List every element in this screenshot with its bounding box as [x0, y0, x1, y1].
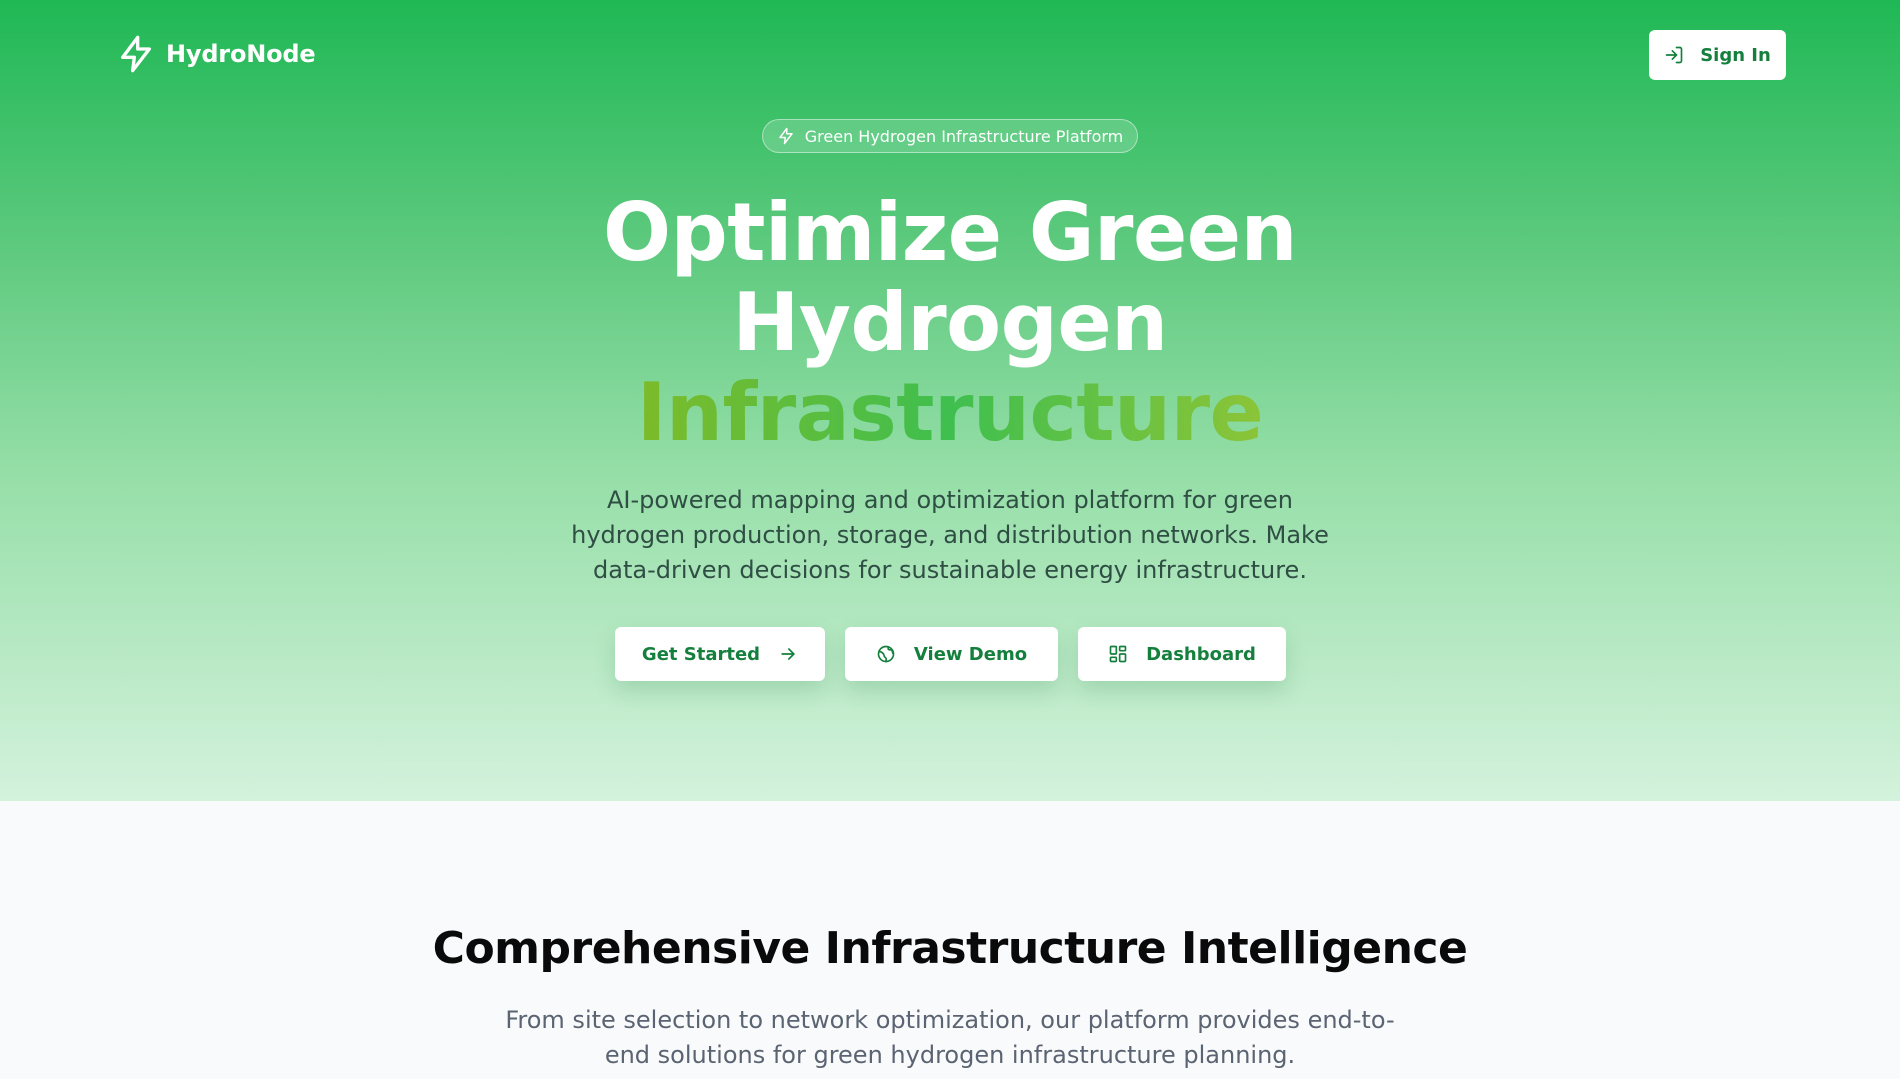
dashboard-grid-icon	[1109, 645, 1127, 663]
sign-in-label: Sign In	[1700, 44, 1771, 66]
get-started-button[interactable]: Get Started	[615, 627, 825, 681]
headline-line-1: Optimize Green	[603, 186, 1297, 279]
hero-subtitle: AI-powered mapping and optimization plat…	[571, 486, 1329, 584]
dashboard-button[interactable]: Dashboard	[1078, 627, 1286, 681]
headline-line-2: Hydrogen	[732, 276, 1168, 369]
badge-label: Green Hydrogen Infrastructure Platform	[804, 126, 1124, 146]
dashboard-label: Dashboard	[1146, 643, 1256, 665]
arrow-right-icon	[781, 648, 795, 660]
sign-in-button[interactable]: Sign In	[1649, 30, 1786, 80]
lightning-bolt-icon	[779, 127, 793, 145]
features-title: Comprehensive Infrastructure Intelligenc…	[432, 923, 1468, 974]
hero-section: HydroNode Sign In Green Hydrogen Infrast…	[0, 0, 1900, 801]
brand-name: HydroNode	[166, 40, 316, 68]
view-demo-button[interactable]: View Demo	[845, 627, 1058, 681]
features-section: Comprehensive Infrastructure Intelligenc…	[0, 801, 1900, 1079]
sign-in-icon	[1665, 46, 1683, 64]
get-started-label: Get Started	[641, 643, 761, 665]
view-demo-label: View Demo	[913, 643, 1028, 665]
globe-icon	[877, 645, 895, 663]
features-description: From site selection to network optimizat…	[505, 1006, 1395, 1069]
cta-row: Get Started View Demo Dashboard	[0, 627, 1900, 681]
lightning-bolt-icon	[121, 35, 151, 73]
headline-accent: Infrastructure	[636, 366, 1264, 459]
hero-headline: Optimize Green Hydrogen Infrastructure	[0, 188, 1900, 458]
brand-logo[interactable]: HydroNode	[116, 34, 316, 74]
platform-badge: Green Hydrogen Infrastructure Platform	[762, 119, 1138, 153]
